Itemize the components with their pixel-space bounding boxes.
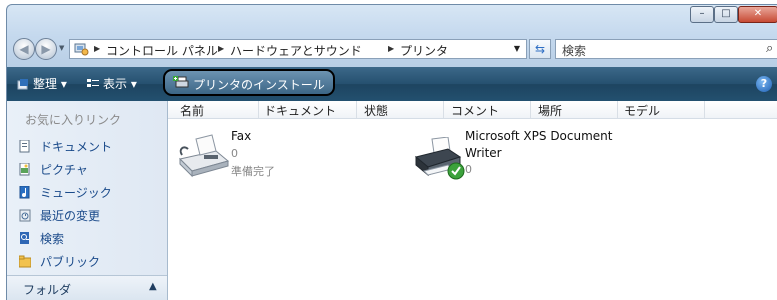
search-icon[interactable]: ⌕ (766, 41, 773, 56)
add-printer-label: プリンタのインストール (193, 78, 325, 92)
column-divider[interactable] (443, 101, 444, 118)
view-label: 表示 (103, 77, 128, 91)
default-printer-icon (414, 137, 465, 180)
column-comment[interactable]: コメント (451, 102, 499, 119)
sidebar-item-label: ドキュメント (40, 140, 113, 154)
breadcrumb-separator-icon[interactable]: ▶ (94, 44, 100, 53)
chevron-up-icon: ▲ (149, 281, 157, 292)
view-menu[interactable]: 表示 ▾ (87, 75, 137, 92)
fax-icon (179, 134, 230, 178)
add-printer-button[interactable]: プリンタのインストール (163, 69, 335, 96)
organize-icon (17, 79, 28, 90)
file-list: 名前 ドキュメント 状態 コメント 場所 モデル Fax 0 準備完了 Micr… (168, 101, 777, 300)
sidebar-item-recent-changes[interactable]: 最近の変更 (19, 207, 100, 225)
view-icon (87, 79, 99, 87)
sidebar-item-documents[interactable]: ドキュメント (19, 138, 112, 156)
picture-icon (19, 163, 30, 176)
column-location[interactable]: 場所 (538, 102, 562, 119)
close-button[interactable]: ✕ (738, 6, 777, 23)
printer-name-continued: Writer (465, 146, 502, 160)
column-status[interactable]: 状態 (364, 102, 388, 119)
column-divider[interactable] (617, 101, 618, 118)
music-icon (19, 186, 30, 199)
printer-documents: 0 (231, 147, 238, 160)
add-printer-icon (173, 76, 189, 88)
column-divider[interactable] (356, 101, 357, 118)
minimize-button[interactable]: – (690, 6, 714, 23)
sidebar-item-label: パブリック (40, 255, 101, 269)
address-bar[interactable]: ▶ コントロール パネル ▶ ハードウェアとサウンド ▶ プリンタ ▼ (69, 39, 527, 59)
column-headers: 名前 ドキュメント 状態 コメント 場所 モデル (168, 101, 777, 119)
breadcrumb-separator-icon[interactable]: ▶ (218, 44, 224, 53)
sidebar-item-search[interactable]: 検索 (19, 230, 64, 248)
forward-button[interactable]: ▶ (35, 38, 57, 60)
folders-label: フォルダ (23, 283, 72, 297)
address-row: ◀ ▶ ▼ ▶ コントロール パネル ▶ ハードウェアとサウンド ▶ プリンタ … (7, 37, 777, 63)
column-documents[interactable]: ドキュメント (264, 102, 336, 119)
recent-pages-chevron-icon[interactable]: ▼ (59, 44, 64, 52)
folders-toggle[interactable]: フォルダ ▲ (7, 275, 167, 300)
sidebar-item-music[interactable]: ミュージック (19, 184, 112, 202)
search-icon (20, 232, 29, 244)
command-bar: 整理 ▾ 表示 ▾ プリンタのインストール ? (7, 67, 777, 101)
sidebar-item-public[interactable]: パブリック (19, 253, 100, 271)
breadcrumb-separator-icon[interactable]: ▶ (388, 44, 394, 53)
back-button[interactable]: ◀ (13, 38, 35, 60)
column-divider[interactable] (258, 101, 259, 118)
breadcrumb-control-panel[interactable]: コントロール パネル (106, 42, 218, 59)
printer-documents: 0 (465, 163, 472, 176)
column-model[interactable]: モデル (624, 102, 660, 119)
printer-name: Fax (231, 129, 252, 143)
sidebar-item-label: 検索 (40, 232, 65, 246)
recent-changes-icon (19, 209, 31, 222)
refresh-button[interactable]: ⇆ (529, 39, 551, 59)
help-icon[interactable]: ? (756, 76, 772, 92)
search-placeholder: 検索 (562, 44, 587, 58)
explorer-window: – □ ✕ ◀ ▶ ▼ ▶ コントロール パネル ▶ ハードウェアとサウンド ▶… (6, 4, 777, 300)
printer-item-fax[interactable]: Fax 0 準備完了 (174, 129, 384, 189)
sidebar-item-label: ピクチャ (40, 163, 88, 177)
printer-item-xps-writer[interactable]: Microsoft XPS Document Writer 0 (414, 129, 644, 189)
sidebar-item-label: ミュージック (40, 186, 112, 200)
column-divider[interactable] (704, 101, 705, 118)
address-dropdown-icon[interactable]: ▼ (514, 44, 520, 53)
sidebar-item-label: 最近の変更 (40, 209, 101, 223)
search-input[interactable]: 検索 ⌕ (555, 39, 777, 59)
favorite-links-heading: お気に入りリンク (25, 113, 122, 127)
organize-menu[interactable]: 整理 ▾ (17, 75, 67, 92)
breadcrumb-printers[interactable]: プリンタ (400, 42, 448, 59)
printer-name: Microsoft XPS Document (465, 129, 613, 143)
column-divider[interactable] (530, 101, 531, 118)
sidebar-item-pictures[interactable]: ピクチャ (19, 161, 88, 179)
navigation-pane: お気に入りリンク ドキュメント ピクチャ ミュージック 最近の変更 検索 パブリ… (7, 101, 168, 300)
organize-label: 整理 (33, 77, 58, 91)
maximize-button[interactable]: □ (714, 6, 738, 23)
breadcrumb-hardware-sound[interactable]: ハードウェアとサウンド (230, 42, 362, 59)
public-folder-icon (19, 255, 31, 268)
control-panel-icon (74, 43, 89, 56)
printer-status: 準備完了 (231, 165, 275, 178)
caption-buttons: – □ ✕ (688, 5, 777, 27)
column-name[interactable]: 名前 (180, 102, 204, 119)
document-icon (19, 140, 30, 153)
